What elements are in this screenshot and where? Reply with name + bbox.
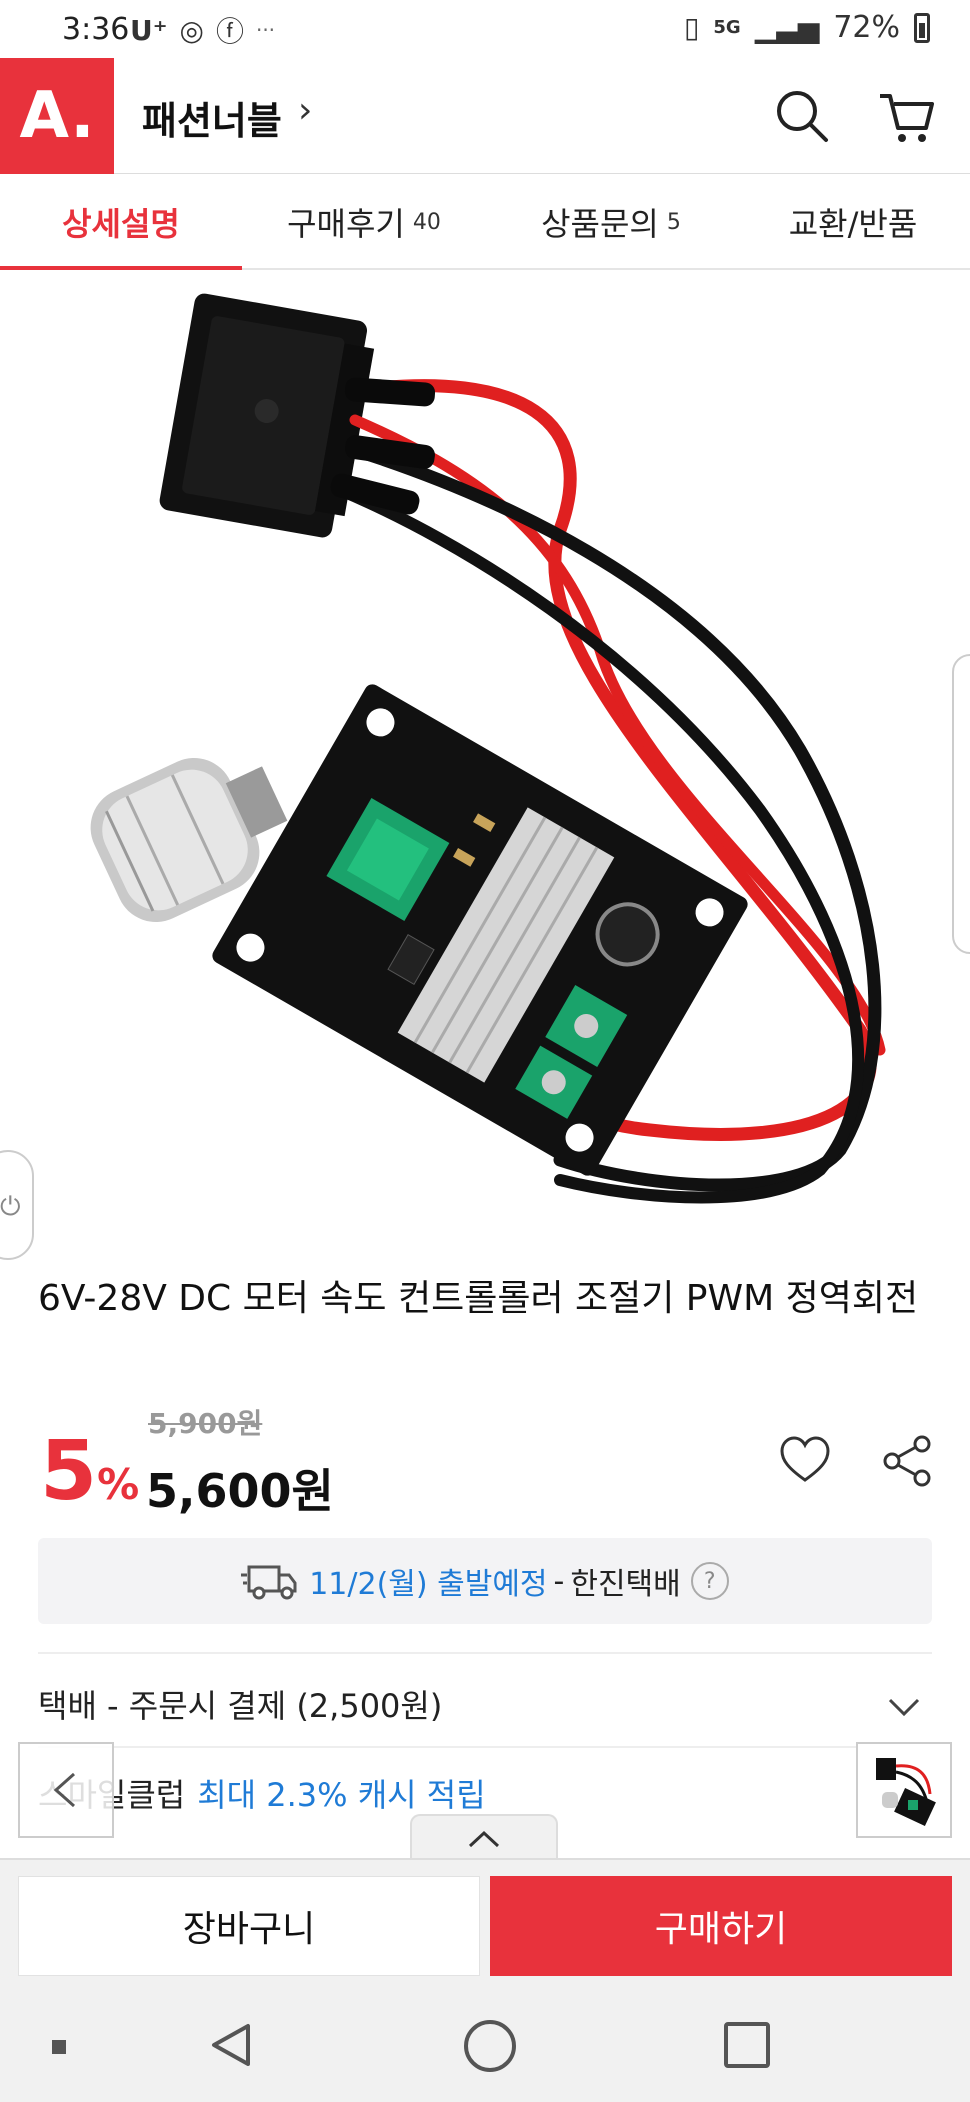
purchase-bar: 장바구니 구매하기: [0, 1858, 970, 1988]
product-photo: [90, 293, 886, 1204]
discount-unit: %: [97, 1460, 140, 1509]
tab-details[interactable]: 상세설명: [0, 174, 242, 272]
share-icon[interactable]: [880, 1434, 934, 1488]
product-thumbnail-button[interactable]: [856, 1742, 952, 1838]
status-time: 3:36: [62, 12, 130, 47]
product-image[interactable]: [0, 270, 970, 1230]
smile-club-benefit: 최대 2.3% 캐시 적립: [197, 1776, 486, 1814]
product-title: 6V-28V DC 모터 속도 컨트롤롤러 조절기 PWM 정역회전: [38, 1278, 919, 1319]
discount-value: 5: [40, 1424, 98, 1519]
nav-dot-icon[interactable]: [52, 2040, 66, 2054]
brand-logo[interactable]: A.: [0, 58, 114, 174]
recent-apps-icon[interactable]: [724, 2022, 770, 2068]
original-price: 5,900원: [148, 1407, 263, 1440]
product-tabs: 상세설명 구매후기 40 상품문의 5 교환/반품: [0, 174, 970, 272]
discount-rate: 5%: [40, 1422, 139, 1535]
tab-label: 상품문의: [541, 205, 659, 243]
power-icon: ⏻: [0, 1192, 21, 1222]
overflow-dots: ···: [255, 18, 276, 42]
divider: [38, 1652, 932, 1654]
truck-icon: [241, 1565, 297, 1600]
shipping-option[interactable]: 택배 - 주문시 결제 (2,500원): [38, 1674, 932, 1734]
delivery-date: 11/2(월) 출발예정: [309, 1567, 548, 1602]
rocker-switch: [159, 293, 375, 538]
battery-percent: 72%: [833, 10, 900, 45]
facebook-icon: ⓕ: [215, 15, 244, 48]
help-icon[interactable]: ?: [690, 1562, 729, 1600]
instagram-icon: ◎: [179, 13, 204, 47]
tab-label: 구매후기: [287, 205, 405, 243]
product-thumbnail: [876, 1758, 936, 1826]
chevron-right-icon[interactable]: ›: [298, 90, 312, 131]
battery-icon: [914, 12, 930, 43]
app-header: A. 패션너블 ›: [0, 58, 970, 174]
pcb-board: [212, 684, 748, 1176]
network-label: 5G: [713, 17, 741, 38]
sale-price: 5,600원: [146, 1464, 334, 1518]
chevron-left-icon: [53, 1772, 75, 1808]
store-name-link[interactable]: 패션너블: [142, 90, 282, 145]
chevron-down-icon[interactable]: [886, 1688, 922, 1724]
search-icon[interactable]: [772, 86, 832, 146]
power-handle[interactable]: ⏻: [0, 1150, 34, 1260]
tab-qna[interactable]: 상품문의 5: [486, 174, 736, 270]
delivery-carrier: 한진택배: [570, 1567, 681, 1602]
chevron-up-icon: [468, 1830, 500, 1848]
tab-count: 40: [412, 209, 441, 235]
back-icon[interactable]: [206, 2020, 256, 2070]
buy-now-button[interactable]: 구매하기: [490, 1876, 952, 1976]
tab-exchange[interactable]: 교환/반품: [736, 174, 970, 270]
status-right-icons: ▯ 5G ▁▃▅ 72%: [684, 10, 930, 45]
scroll-up-tab[interactable]: [410, 1814, 558, 1862]
side-panel-handle[interactable]: [952, 654, 970, 954]
shipping-text: 택배 - 주문시 결제 (2,500원): [38, 1687, 443, 1725]
carrier-label: U⁺: [130, 13, 168, 47]
vibrate-icon: ▯: [683, 11, 700, 44]
divider: [38, 1746, 932, 1748]
system-nav-bar: [0, 1988, 970, 2102]
cart-icon[interactable]: [876, 86, 936, 146]
status-bar: 3:36 U⁺ ◎ ⓕ ··· ▯ 5G ▁▃▅ 72%: [0, 0, 970, 58]
status-left-icons: U⁺ ◎ ⓕ ···: [130, 10, 275, 50]
tab-label: 교환/반품: [788, 205, 918, 243]
heart-icon[interactable]: [778, 1434, 832, 1488]
tab-reviews[interactable]: 구매후기 40: [242, 174, 486, 270]
delivery-info: 11/2(월) 출발예정 - 한진택배 ?: [38, 1538, 932, 1624]
tab-label: 상세설명: [62, 205, 180, 243]
floating-back-button[interactable]: [18, 1742, 114, 1838]
add-to-cart-button[interactable]: 장바구니: [18, 1876, 480, 1976]
delivery-separator: -: [553, 1563, 565, 1599]
signal-icon: ▁▃▅: [754, 11, 820, 44]
home-icon[interactable]: [464, 2020, 516, 2072]
tab-count: 5: [666, 209, 681, 235]
